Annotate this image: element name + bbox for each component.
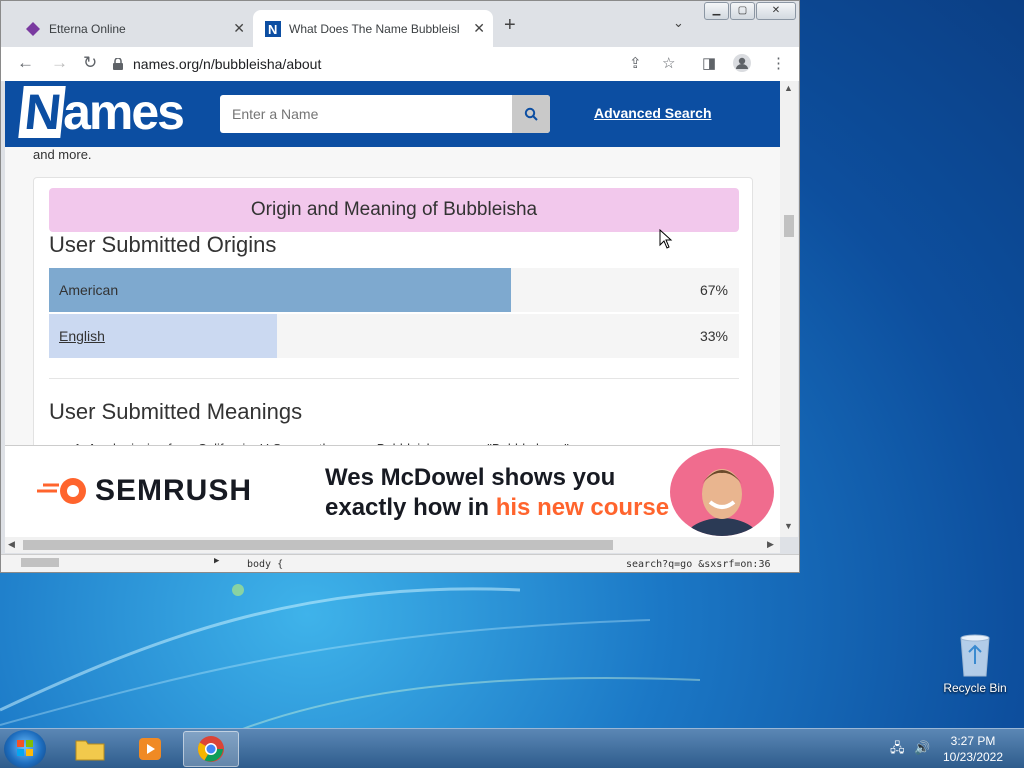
windows-logo-icon	[17, 740, 33, 756]
devtools-arrow-icon[interactable]: ▶	[214, 556, 219, 566]
taskbar-explorer[interactable]	[62, 731, 118, 767]
origin-bar-fill	[49, 268, 512, 312]
tab-search-chevron-icon[interactable]: ⌄	[673, 15, 684, 31]
system-clock[interactable]: 3:27 PM 10/23/2022	[938, 733, 1008, 765]
devtools-scroll-thumb[interactable]	[21, 558, 59, 567]
bookmark-star-icon[interactable]: ☆	[662, 54, 675, 72]
ad-headline: Wes McDowel shows you exactly how in his…	[325, 463, 669, 523]
name-search-form	[220, 95, 550, 133]
name-search-input[interactable]	[220, 95, 512, 133]
advanced-search-link[interactable]: Advanced Search	[594, 105, 712, 121]
ad-line2-highlight: his new course	[495, 494, 670, 521]
browser-window: Etterna Online ✕ N What Does The Name Bu…	[0, 0, 800, 573]
address-bar[interactable]: names.org/n/bubbleisha/about	[113, 51, 663, 77]
reload-icon[interactable]: ↻	[83, 53, 97, 73]
forward-arrow-icon[interactable]: →	[51, 53, 68, 73]
system-tray: 🖧 🔊	[890, 739, 930, 761]
origin-name: American	[59, 282, 119, 298]
recycle-bin-shortcut[interactable]: Recycle Bin	[940, 630, 1010, 695]
semrush-ad-banner[interactable]: SEMRUSH Wes McDowel shows you exactly ho…	[5, 445, 780, 537]
horizontal-scroll-thumb[interactable]	[23, 540, 613, 550]
scroll-left-arrow-icon[interactable]: ◀	[8, 539, 15, 550]
lock-icon	[113, 58, 123, 70]
ad-line2-prefix: exactly how in	[325, 494, 496, 521]
desktop-wallpaper-swirl	[0, 584, 700, 730]
taskbar-chrome[interactable]	[183, 731, 239, 767]
start-button[interactable]	[4, 730, 46, 768]
recycle-bin-label: Recycle Bin	[943, 681, 1007, 695]
semrush-fire-logo-icon	[37, 478, 86, 504]
volume-icon[interactable]: 🔊	[914, 740, 930, 755]
chrome-icon	[197, 736, 224, 762]
names-logo[interactable]: Names .org	[18, 84, 185, 165]
site-header: Names .org Advanced Search	[5, 81, 780, 165]
search-button[interactable]	[512, 95, 550, 133]
maximize-button[interactable]: ▢	[730, 2, 755, 20]
profile-avatar-icon[interactable]	[732, 53, 752, 73]
taskbar: 🖧 🔊 3:27 PM 10/23/2022	[0, 728, 1024, 768]
ad-line1: Wes McDowel shows you	[325, 464, 616, 491]
vertical-scroll-thumb[interactable]	[784, 215, 794, 237]
devtools-right-text: search?q=go &sxsrf=on:36	[626, 559, 771, 570]
vertical-scrollbar[interactable]: ▲ ▼	[780, 81, 798, 537]
card-title: Origin and Meaning of Bubbleisha	[49, 188, 739, 232]
svg-text:N: N	[268, 22, 277, 37]
devtools-strip: ▶ body { search?q=go &sxsrf=on:36	[1, 554, 799, 572]
taskbar-media-player[interactable]	[122, 731, 178, 767]
network-icon[interactable]: 🖧	[890, 740, 905, 755]
minimize-button[interactable]: ▁	[704, 2, 729, 20]
scroll-right-arrow-icon[interactable]: ▶	[767, 539, 774, 550]
origin-row-english: English 33%	[49, 314, 739, 358]
intro-text-tail: and more.	[33, 147, 92, 162]
back-arrow-icon[interactable]: ←	[17, 53, 34, 73]
close-window-button[interactable]: ✕	[756, 2, 796, 20]
share-icon[interactable]: ⇪	[629, 54, 642, 72]
scroll-down-arrow-icon[interactable]: ▼	[784, 521, 793, 531]
side-panel-icon[interactable]: ◨	[702, 54, 716, 72]
ad-brand-name: SEMRUSH	[95, 474, 253, 507]
folder-icon	[75, 740, 105, 761]
mouse-cursor-icon	[659, 229, 673, 249]
tab-names-org[interactable]: N What Does The Name Bubbleisha ✕	[253, 10, 493, 47]
origin-percent: 33%	[699, 328, 728, 344]
origins-heading: User Submitted Origins	[49, 232, 277, 257]
devtools-left-text: body {	[247, 559, 284, 570]
media-player-icon	[139, 738, 161, 760]
origin-row-american: American 67%	[49, 268, 739, 312]
tab-title: What Does The Name Bubbleisha	[289, 21, 459, 36]
tab-title: Etterna Online	[49, 21, 126, 36]
logo-text-rest: ames	[63, 84, 185, 140]
page-viewport: Names .org Advanced Search and more. Ori…	[5, 81, 780, 537]
clock-time: 3:27 PM	[950, 734, 996, 748]
ad-presenter-photo	[670, 448, 774, 536]
tab-etterna[interactable]: Etterna Online ✕	[13, 10, 253, 47]
tab-close-icon[interactable]: ✕	[233, 20, 245, 37]
kebab-menu-icon[interactable]: ⋮	[771, 54, 786, 72]
origin-link-english[interactable]: English	[59, 328, 105, 344]
etterna-favicon-icon	[26, 21, 40, 36]
origin-percent: 67%	[699, 282, 728, 298]
search-icon	[524, 107, 538, 121]
new-tab-icon[interactable]: +	[504, 14, 516, 37]
meanings-heading: User Submitted Meanings	[49, 399, 303, 424]
scroll-up-arrow-icon[interactable]: ▲	[784, 83, 793, 93]
url-text: names.org/n/bubbleisha/about	[133, 56, 322, 72]
ad-brand: SEMRUSH	[35, 474, 252, 508]
browser-toolbar: ← → ↻ names.org/n/bubbleisha/about ⇪ ☆ ◨…	[1, 47, 799, 81]
tab-strip: Etterna Online ✕ N What Does The Name Bu…	[1, 1, 799, 47]
names-favicon-icon: N	[265, 20, 281, 37]
recycle-bin-icon	[960, 634, 990, 677]
section-divider	[49, 378, 739, 379]
horizontal-scrollbar[interactable]: ◀ ▶	[5, 537, 780, 553]
tab-close-icon[interactable]: ✕	[473, 20, 485, 37]
clock-date: 10/23/2022	[942, 750, 1004, 764]
